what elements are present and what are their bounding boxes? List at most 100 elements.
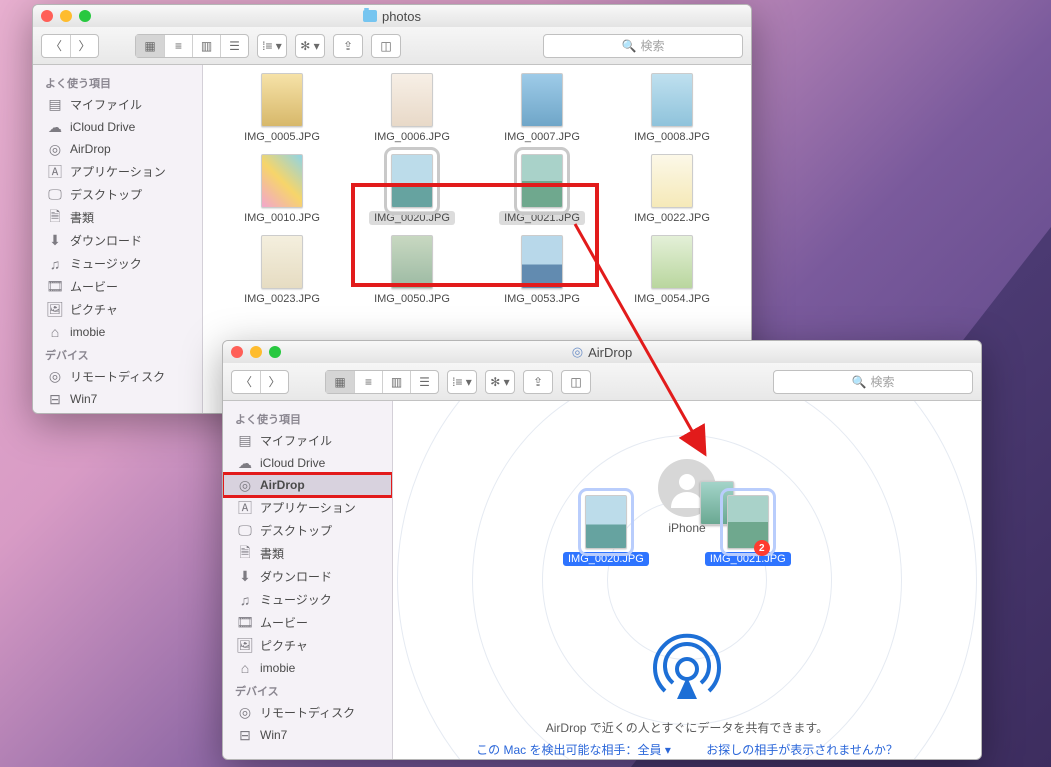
sidebar-item-label: imobie <box>260 661 295 675</box>
forward-button[interactable]: 〉 <box>70 35 98 57</box>
file-label: IMG_0050.JPG <box>369 292 455 306</box>
arrange-button[interactable]: ⁞≡ ▾ <box>258 35 286 57</box>
file-thumbnail <box>651 235 693 289</box>
file-item[interactable]: IMG_0010.JPG <box>217 150 347 229</box>
airdrop-area[interactable]: iPhone IMG_0020.JPGIMG_0021.JPG2 AirDrop… <box>393 401 981 759</box>
share-button[interactable]: ⇪ <box>524 371 552 393</box>
file-thumbnail <box>585 495 627 549</box>
discoverability-link[interactable]: この Mac を検出可能な相手：全員 ▾ <box>476 743 671 757</box>
file-item[interactable]: IMG_0006.JPG <box>347 69 477 148</box>
drive-icon: ▤ <box>47 97 63 113</box>
remote-icon: ◎ <box>47 369 63 385</box>
file-item[interactable]: IMG_0023.JPG <box>217 231 347 310</box>
file-item[interactable]: IMG_0050.JPG <box>347 231 477 310</box>
picture-icon: 🖼 <box>237 638 253 654</box>
file-item[interactable]: IMG_0005.JPG <box>217 69 347 148</box>
sidebar-item-desktop[interactable]: 🖵デスクトップ <box>223 519 392 542</box>
sidebar-item-drive[interactable]: ▤マイファイル <box>33 93 202 116</box>
maximize-button[interactable] <box>269 346 281 358</box>
help-link[interactable]: お探しの相手が表示されませんか？ <box>706 743 898 757</box>
sidebar-item-docs[interactable]: 🗎書類 <box>33 206 202 229</box>
search-field[interactable]: 🔍 検索 <box>773 370 973 394</box>
file-item[interactable]: IMG_0021.JPG <box>477 150 607 229</box>
sidebar-item-label: Win7 <box>260 728 287 742</box>
column-view-button[interactable]: ▥ <box>382 371 410 393</box>
window-controls <box>231 346 281 358</box>
icon-view-button[interactable]: ▦ <box>326 371 354 393</box>
sidebar-item-label: デスクトップ <box>70 186 142 203</box>
column-view-button[interactable]: ▥ <box>192 35 220 57</box>
sidebar-section-devices: デバイス <box>223 679 392 701</box>
file-thumbnail <box>391 235 433 289</box>
action-button[interactable]: ✻ ▾ <box>486 371 514 393</box>
dragged-file[interactable]: IMG_0021.JPG2 <box>701 491 795 570</box>
search-icon: 🔍 <box>852 375 867 389</box>
list-view-button[interactable]: ≡ <box>354 371 382 393</box>
list-view-button[interactable]: ≡ <box>164 35 192 57</box>
file-item[interactable]: IMG_0053.JPG <box>477 231 607 310</box>
coverflow-view-button[interactable]: ☰ <box>410 371 438 393</box>
minimize-button[interactable] <box>250 346 262 358</box>
file-thumbnail <box>521 154 563 208</box>
file-label: IMG_0005.JPG <box>239 130 325 144</box>
sidebar-item-cloud[interactable]: ☁iCloud Drive <box>223 452 392 474</box>
file-thumbnail <box>651 154 693 208</box>
sidebar-item-app[interactable]: 🄰アプリケーション <box>33 160 202 183</box>
file-item[interactable]: IMG_0007.JPG <box>477 69 607 148</box>
sidebar-item-home[interactable]: ⌂ imobie <box>223 657 392 679</box>
action-button[interactable]: ✻ ▾ <box>296 35 324 57</box>
close-button[interactable] <box>231 346 243 358</box>
sidebar-item-music[interactable]: ♫ミュージック <box>33 252 202 275</box>
maximize-button[interactable] <box>79 10 91 22</box>
sidebar-item-picture[interactable]: 🖼ピクチャ <box>223 634 392 657</box>
sidebar-item-movie[interactable]: 🎞ムービー <box>223 611 392 634</box>
tags-button[interactable]: ◫ <box>372 35 400 57</box>
sidebar-item-drive[interactable]: ▤マイファイル <box>223 429 392 452</box>
back-button[interactable]: 〈 <box>232 371 260 393</box>
search-field[interactable]: 🔍 検索 <box>543 34 743 58</box>
arrange-button[interactable]: ⁞≡ ▾ <box>448 371 476 393</box>
sidebar-item-picture[interactable]: 🖼ピクチャ <box>33 298 202 321</box>
sidebar-item-desktop[interactable]: 🖵 デスクトップ <box>33 183 202 206</box>
window-title: photos <box>382 9 421 24</box>
sidebar-item-airdrop[interactable]: ◎AirDrop <box>33 138 202 160</box>
dragged-file[interactable]: IMG_0020.JPG <box>559 491 653 570</box>
sidebar-item-home[interactable]: ⌂imobie <box>33 321 202 343</box>
sidebar-item-airdrop[interactable]: ◎AirDrop <box>223 474 392 496</box>
coverflow-view-button[interactable]: ☰ <box>220 35 248 57</box>
sidebar-item-download[interactable]: ⬇ダウンロード <box>223 565 392 588</box>
sidebar-item-remote[interactable]: ◎リモートディスク <box>223 701 392 724</box>
desktop-icon: 🖵 <box>47 187 63 203</box>
sidebar-item-disk[interactable]: ⊟Win7 <box>223 724 392 746</box>
sidebar-item-remote[interactable]: ◎リモートディスク <box>33 365 202 388</box>
file-item[interactable]: IMG_0020.JPG <box>347 150 477 229</box>
file-item[interactable]: IMG_0054.JPG <box>607 231 737 310</box>
back-button[interactable]: 〈 <box>42 35 70 57</box>
tags-button[interactable]: ◫ <box>562 371 590 393</box>
airdrop-radar-rings <box>393 401 981 759</box>
toolbar: 〈 〉 ▦ ≡ ▥ ☰ ⁞≡ ▾ ✻ ▾ ⇪ ◫ 🔍 検索 <box>33 27 751 65</box>
sidebar-item-music[interactable]: ♫ミュージック <box>223 588 392 611</box>
airdrop-icon: ◎ <box>572 344 583 360</box>
file-thumbnail <box>261 154 303 208</box>
sidebar-item-cloud[interactable]: ☁iCloud Drive <box>33 116 202 138</box>
titlebar[interactable]: ◎ AirDrop <box>223 341 981 363</box>
share-button[interactable]: ⇪ <box>334 35 362 57</box>
sidebar-item-docs[interactable]: 🗎書類 <box>223 542 392 565</box>
sidebar-item-disk[interactable]: ⊟Win7 <box>33 388 202 410</box>
sidebar-item-download[interactable]: ⬇ダウンロード <box>33 229 202 252</box>
file-item[interactable]: IMG_0022.JPG <box>607 150 737 229</box>
titlebar[interactable]: photos <box>33 5 751 27</box>
file-item[interactable]: IMG_0008.JPG <box>607 69 737 148</box>
forward-button[interactable]: 〉 <box>260 371 288 393</box>
close-button[interactable] <box>41 10 53 22</box>
search-icon: 🔍 <box>622 39 637 53</box>
sidebar-item-app[interactable]: 🄰アプリケーション <box>223 496 392 519</box>
icon-view-button[interactable]: ▦ <box>136 35 164 57</box>
movie-icon: 🎞 <box>47 279 63 295</box>
file-thumbnail <box>521 235 563 289</box>
dragged-files: IMG_0020.JPG IMG_0021.JPG2 <box>559 491 795 570</box>
home-icon: ⌂ <box>237 660 253 676</box>
sidebar-item-movie[interactable]: 🎞ムービー <box>33 275 202 298</box>
minimize-button[interactable] <box>60 10 72 22</box>
